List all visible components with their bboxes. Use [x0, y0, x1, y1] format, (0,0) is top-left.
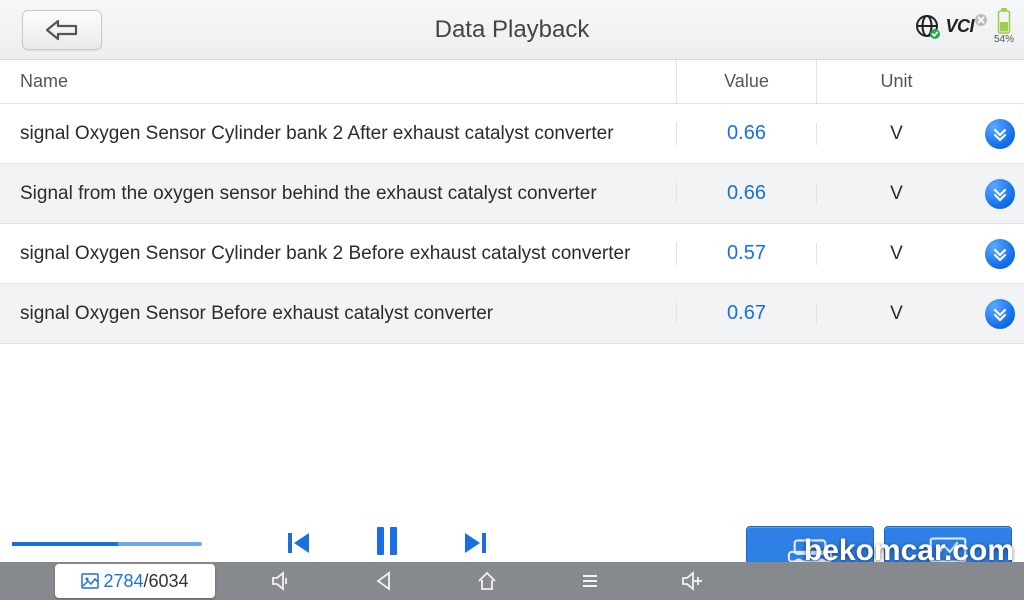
row-name: Signal from the oxygen sensor behind the… [0, 181, 676, 207]
expand-button[interactable] [985, 119, 1015, 149]
col-header-value: Value [676, 60, 816, 103]
progress-fill [12, 542, 118, 546]
row-unit: V [816, 183, 976, 205]
table-row: signal Oxygen Sensor Cylinder bank 2 Bef… [0, 224, 1024, 284]
col-header-name: Name [0, 71, 676, 92]
col-header-unit: Unit [816, 60, 976, 103]
battery-icon [997, 8, 1011, 34]
row-name: signal Oxygen Sensor Cylinder bank 2 Aft… [0, 121, 676, 147]
chevron-down-icon [992, 246, 1008, 262]
chevron-down-icon [992, 186, 1008, 202]
nav-home[interactable] [436, 569, 539, 593]
nav-back-icon [373, 570, 395, 592]
row-action [976, 239, 1024, 269]
expand-button[interactable] [985, 179, 1015, 209]
row-action [976, 299, 1024, 329]
row-unit: V [816, 243, 976, 265]
row-action [976, 119, 1024, 149]
battery-indicator: 54% [994, 8, 1014, 45]
expand-button[interactable] [985, 299, 1015, 329]
app-header: Data Playback VCI 54% [0, 0, 1024, 60]
skip-back-icon [285, 529, 313, 557]
row-value: 0.67 [676, 302, 816, 325]
table-row: Signal from the oxygen sensor behind the… [0, 164, 1024, 224]
row-action [976, 179, 1024, 209]
menu-icon [579, 570, 601, 592]
chevron-down-icon [992, 306, 1008, 322]
row-value: 0.66 [676, 122, 816, 145]
back-icon [44, 19, 80, 41]
table-row: signal Oxygen Sensor Cylinder bank 2 Aft… [0, 104, 1024, 164]
nav-recent[interactable] [538, 570, 641, 592]
page-title: Data Playback [0, 16, 1024, 44]
frame-current: 2784 [103, 571, 143, 592]
chevron-down-icon [992, 126, 1008, 142]
status-area: VCI 54% [915, 8, 1014, 45]
next-button[interactable] [461, 529, 489, 562]
nav-volume-down[interactable] [230, 569, 333, 593]
nav-volume-up[interactable] [641, 569, 744, 593]
row-name: signal Oxygen Sensor Before exhaust cata… [0, 301, 676, 327]
data-rows: signal Oxygen Sensor Cylinder bank 2 Aft… [0, 104, 1024, 344]
vci-warning-icon [974, 13, 988, 27]
vci-label: VCI [945, 16, 974, 37]
frame-counter[interactable]: 2784 / 6034 [55, 564, 215, 598]
volume-up-icon [680, 569, 706, 593]
skip-forward-icon [461, 529, 489, 557]
progress-bar[interactable] [12, 542, 202, 546]
row-unit: V [816, 123, 976, 145]
table-row: signal Oxygen Sensor Before exhaust cata… [0, 284, 1024, 344]
home-icon [475, 569, 499, 593]
pause-button[interactable] [373, 525, 401, 562]
nav-back[interactable] [333, 570, 436, 592]
back-button[interactable] [22, 10, 102, 50]
frame-total: 6034 [149, 571, 189, 592]
pause-icon [373, 525, 401, 557]
system-nav: 2784 / 6034 [0, 562, 1024, 600]
table-header: Name Value Unit [0, 60, 1024, 104]
battery-percent: 54% [994, 34, 1014, 45]
row-value: 0.66 [676, 182, 816, 205]
globe-icon [915, 14, 941, 40]
row-value: 0.57 [676, 242, 816, 265]
row-name: signal Oxygen Sensor Cylinder bank 2 Bef… [0, 241, 676, 267]
prev-button[interactable] [285, 529, 313, 562]
volume-down-icon [269, 569, 293, 593]
expand-button[interactable] [985, 239, 1015, 269]
row-unit: V [816, 303, 976, 325]
image-icon [81, 573, 99, 589]
